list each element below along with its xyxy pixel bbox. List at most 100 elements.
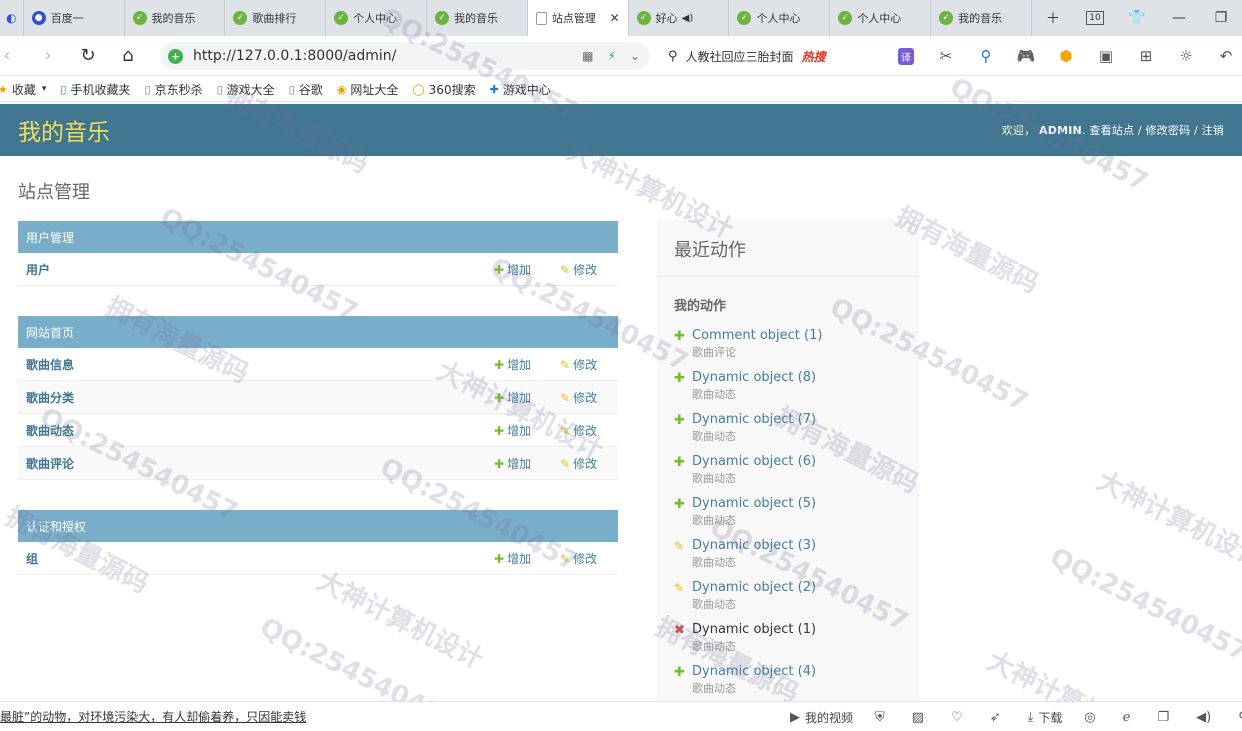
change-link[interactable]: ✎ 修改 [560,422,597,439]
bookmark-mobile[interactable]: ▯ 手机收藏夹 [60,81,130,98]
add-link[interactable]: ✚ 增加 [494,389,531,406]
module-caption[interactable]: 认证和授权 [18,510,618,542]
close-tab-icon[interactable]: ✕ [610,11,620,25]
change-link[interactable]: ✎ 修改 [560,389,597,406]
minimize-button[interactable]: — [1158,0,1200,36]
zoom-search-icon[interactable]: ⚲ [966,36,1006,76]
bookmark-jd[interactable]: ▯ 京东秒杀 [145,81,203,98]
image-status-button[interactable]: ▨ [912,710,929,725]
forward-button[interactable]: › [28,36,68,76]
model-link[interactable]: 歌曲评论 [26,455,74,472]
reader-icon[interactable]: ▣ [1086,36,1126,76]
view-site-link[interactable]: 查看站点 [1089,124,1134,137]
pencil-icon: ✎ [560,551,571,566]
change-password-link[interactable]: 修改密码 [1145,124,1190,137]
model-link[interactable]: 歌曲分类 [26,389,74,406]
home-button[interactable]: ⌂ [108,36,148,76]
module-caption[interactable]: 用户管理 [18,221,618,253]
plus-icon: ✚ [494,357,505,372]
add-link[interactable]: ✚ 增加 [494,261,531,278]
coin-icon[interactable]: ⬢ [1046,36,1086,76]
change-link[interactable]: ✎ 修改 [560,550,597,567]
action-object-link[interactable]: Dynamic object (6) [692,454,816,469]
action-object-link[interactable]: Dynamic object (8) [692,370,816,385]
action-object-link[interactable]: Dynamic object (2) [692,580,816,595]
add-link[interactable]: ✚ 增加 [494,356,531,373]
scissors-icon[interactable]: ✂ [926,36,966,76]
bookmark-label: 游戏大全 [226,82,275,97]
skin-icon[interactable]: 👕 [1116,0,1158,36]
change-link[interactable]: ✎ 修改 [560,455,597,472]
chevron-down-icon[interactable]: ⌄ [630,49,640,63]
restore-button[interactable]: ❐ [1200,0,1242,36]
add-link[interactable]: ✚ 增加 [494,422,531,439]
model-link[interactable]: 组 [26,550,38,567]
tab-count-button[interactable]: 10 [1074,0,1116,36]
tab-9[interactable]: ✓ 我的音乐 [931,0,1032,36]
bookmark-games[interactable]: ▯ 游戏大全 [217,81,275,98]
separator: / [1193,124,1198,137]
tab-2[interactable]: ✓ 歌曲排行 [225,0,327,36]
health-status-button[interactable]: ♡ [951,710,968,725]
shield-status-button[interactable]: ⛨ [875,710,890,725]
undo-icon[interactable]: ↶ [1206,36,1242,76]
model-link[interactable]: 歌曲动态 [26,422,74,439]
tab-6[interactable]: ✓ 好心 ◀) [629,0,730,36]
speaker-icon[interactable]: ◀) [682,13,694,24]
bookmark-360-search[interactable]: ◯ 360搜索 [412,81,475,98]
new-tab-button[interactable]: ＋ [1032,0,1074,36]
tab-0[interactable]: ● 百度一 [24,0,125,36]
translate-button[interactable]: 译 [886,36,926,76]
news-ticker-link[interactable]: 最脏”的动物，对环境污染大，有人却偷着养，只因能卖钱 [0,708,306,725]
django-leaf-icon: ✓ [132,11,147,25]
action-object-link[interactable]: Dynamic object (4) [692,664,816,679]
action-object-link[interactable]: Dynamic object (5) [692,496,816,511]
app-module-site-home: 网站首页 歌曲信息 ✚ 增加 ✎ 修改 歌曲分类 ✚ 增加 ✎ 修改 歌曲动态 ✚ 增加 … [18,316,618,480]
brightness-icon[interactable]: ☼ [1166,36,1206,76]
model-link[interactable]: 用户 [26,261,50,278]
gamepad-icon[interactable]: 🎮 [1006,36,1046,76]
module-caption[interactable]: 网站首页 [18,316,618,348]
bookmark-google[interactable]: ▯ 谷歌 [289,81,323,98]
tab-7[interactable]: ✓ 个人中心 [729,0,831,36]
add-link[interactable]: ✚ 增加 [494,455,531,472]
my-videos-button[interactable]: ▶ 我的视频 [790,709,853,726]
tab-1[interactable]: ✓ 我的音乐 [125,0,226,36]
change-link[interactable]: ✎ 修改 [560,261,597,278]
zoom-button[interactable]: ⚲ [1238,710,1242,725]
action-object-link[interactable]: Dynamic object (3) [692,538,816,553]
tab-4[interactable]: ✓ 我的音乐 [427,0,528,36]
address-bar[interactable]: + http://127.0.0.1:8000/admin/ ▦ ⚡ ⌄ [160,42,650,70]
incognito-button[interactable]: ◎ [1084,710,1100,725]
browser-toolbar: ‹ › ↻ ⌂ + http://127.0.0.1:8000/admin/ ▦… [0,36,1242,76]
window-button[interactable]: ❐ [1157,710,1174,725]
tab-3[interactable]: ✓ 个人中心 [326,0,427,36]
volume-button[interactable]: ◀) [1196,710,1216,725]
add-label: 增加 [507,262,532,277]
speedup-button[interactable]: ➶ [990,710,1006,725]
apps-grid-icon[interactable]: ⊞ [1126,36,1166,76]
browser-menu-tab[interactable]: ◐ [0,0,24,36]
ie-mode-button[interactable]: ℯ [1123,710,1136,725]
search-suggestion[interactable]: 人教社回应三胎封面 [686,48,794,65]
tab-8[interactable]: ✓ 个人中心 [830,0,932,36]
download-button[interactable]: ⤓ 下载 [1028,709,1063,726]
action-object-link[interactable]: Comment object (1) [692,328,822,343]
back-button[interactable]: ‹ [0,36,14,76]
bookmark-favorites[interactable]: ★ 收藏 ▾ [0,81,46,98]
grid-icon[interactable]: ▦ [582,49,593,63]
bookmark-game-center[interactable]: ✚ 游戏中心 [490,81,551,98]
reload-button[interactable]: ↻ [68,36,108,76]
site-branding[interactable]: 我的音乐 [18,113,110,147]
bookmark-url-directory[interactable]: ◉ 网址大全 [337,81,399,98]
search-box[interactable]: ⚲ 人教社回应三胎封面 热搜 [664,42,864,70]
logout-link[interactable]: 注销 [1202,124,1224,137]
change-link[interactable]: ✎ 修改 [560,356,597,373]
tab-5-active[interactable]: 站点管理 ✕ [527,0,629,36]
lightning-icon[interactable]: ⚡ [608,49,616,63]
action-object-link[interactable]: Dynamic object (7) [692,412,816,427]
model-link[interactable]: 歌曲信息 [26,356,74,373]
add-link[interactable]: ✚ 增加 [494,550,531,567]
pencil-icon: ✎ [560,423,571,438]
url-text[interactable]: http://127.0.0.1:8000/admin/ [193,48,396,64]
